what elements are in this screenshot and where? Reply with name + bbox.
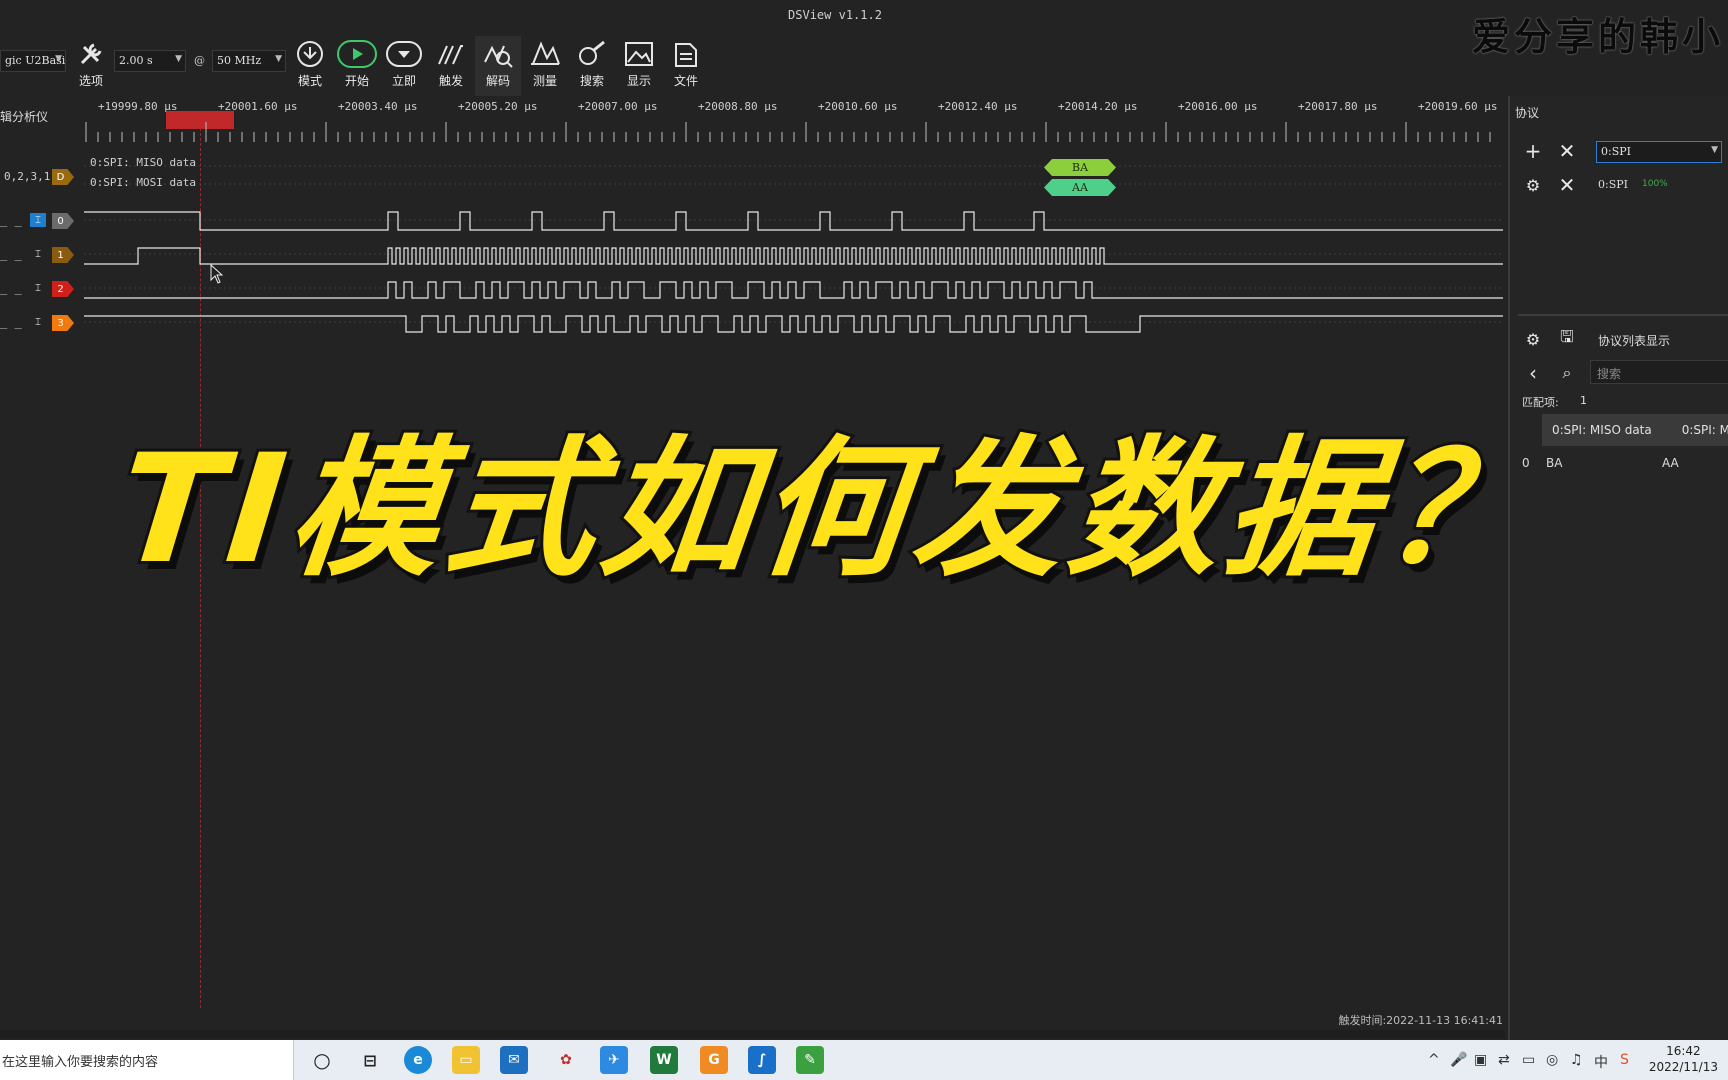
channel-1-trace bbox=[84, 247, 1503, 265]
channel-1-id: 1 bbox=[57, 249, 64, 261]
task-view-icon[interactable]: ⊟ bbox=[356, 1046, 384, 1074]
waveform-canvas[interactable] bbox=[0, 0, 1505, 340]
match-label: 匹配项: bbox=[1522, 396, 1559, 409]
panel-divider[interactable] bbox=[1518, 314, 1728, 316]
channel-2-trace bbox=[84, 281, 1503, 299]
remove-protocol-icon[interactable]: ✕ bbox=[1554, 138, 1580, 164]
app-icon[interactable]: ✿ bbox=[552, 1046, 580, 1074]
channel-0-trigger-icon[interactable]: ⌶ bbox=[30, 213, 46, 227]
channel-0-trigger[interactable]: _ _ bbox=[0, 213, 22, 227]
decode-row-miso: 0:SPI: MISO data bbox=[90, 156, 196, 169]
taskbar-search-box[interactable]: 在这里输入你要搜索的内容 bbox=[0, 1040, 294, 1080]
battery-icon[interactable]: ▭ bbox=[1522, 1052, 1535, 1068]
decode-row-mosi: 0:SPI: MOSI data bbox=[90, 176, 196, 189]
windows-taskbar: 在这里输入你要搜索的内容 ○ ⊟ e ▭ ✉ ✿ ✈ W G ∫ ✎ ^ 🎤 ▣… bbox=[0, 1040, 1728, 1080]
volume-icon[interactable]: ♫ bbox=[1570, 1052, 1583, 1068]
cortana-icon[interactable]: ○ bbox=[308, 1046, 336, 1074]
protocol-select-value: 0:SPI bbox=[1601, 145, 1631, 158]
wps-icon[interactable]: W bbox=[650, 1046, 678, 1074]
clock-time: 16:42 bbox=[1666, 1044, 1701, 1058]
list-col-2: 0:SPI: M bbox=[1681, 423, 1728, 437]
sogou-tray-icon[interactable]: S bbox=[1620, 1052, 1629, 1068]
taskbar-clock[interactable]: 16:42 2022/11/13 bbox=[1649, 1043, 1718, 1075]
feishu-icon[interactable]: ✈ bbox=[600, 1046, 628, 1074]
back-icon[interactable]: ‹ bbox=[1520, 360, 1546, 386]
microphone-icon[interactable]: 🎤 bbox=[1450, 1052, 1467, 1068]
video-caption: TI模式如何发数据？ bbox=[108, 420, 1550, 600]
channel-2-trigger[interactable]: _ _ bbox=[0, 281, 22, 295]
channel-1-trigger[interactable]: _ _ bbox=[0, 247, 22, 261]
match-count: 1 bbox=[1580, 394, 1587, 407]
protocol-panel: 协议 + ✕ 0:SPI ▼ ⚙ ✕ 0:SPI 100% ⚙ 🖫 协议列表显示… bbox=[1508, 96, 1728, 1040]
delete-decoder-icon[interactable]: ✕ bbox=[1554, 172, 1580, 198]
channel-3-trigger[interactable]: _ _ bbox=[0, 315, 22, 329]
channel-3-trace bbox=[84, 315, 1503, 333]
list-search-input[interactable]: 搜索 bbox=[1590, 360, 1728, 384]
mouse-pointer-icon bbox=[210, 264, 224, 284]
list-row-value-2[interactable]: AA bbox=[1662, 456, 1679, 470]
network-icon[interactable]: ⇄ bbox=[1498, 1052, 1510, 1068]
channel-0-id: 0 bbox=[57, 215, 64, 227]
edge-icon[interactable]: e bbox=[404, 1046, 432, 1074]
channel-2-id: 2 bbox=[57, 283, 64, 295]
list-title: 协议列表显示 bbox=[1598, 334, 1671, 348]
horizontal-scrollbar[interactable] bbox=[0, 1030, 1505, 1038]
list-header[interactable]: 0:SPI: MISO data 0:SPI: M bbox=[1542, 414, 1728, 446]
list-settings-icon[interactable]: ⚙ bbox=[1520, 326, 1546, 352]
input-method-icon[interactable]: 中 bbox=[1594, 1052, 1608, 1072]
decoder-channels: 0,2,3,1 bbox=[4, 170, 51, 183]
decode-value-mosi[interactable]: AA bbox=[1044, 179, 1116, 196]
sogou-icon[interactable]: G bbox=[700, 1046, 728, 1074]
watermark-text: 爱分享的韩小 bbox=[1472, 14, 1725, 59]
decoder-progress: 100% bbox=[1642, 179, 1668, 189]
list-col-1: 0:SPI: MISO data bbox=[1552, 423, 1652, 437]
mail-icon[interactable]: ✉ bbox=[500, 1046, 528, 1074]
channel-3-trigger-icon[interactable]: ⌶ bbox=[30, 315, 46, 329]
tray-chevron-icon[interactable]: ^ bbox=[1428, 1052, 1440, 1068]
list-row-value-1[interactable]: BA bbox=[1546, 456, 1562, 470]
file-explorer-icon[interactable]: ▭ bbox=[452, 1046, 480, 1074]
trigger-time: 触发时间:2022-11-13 16:41:41 bbox=[1338, 1014, 1503, 1027]
list-row-index: 0 bbox=[1522, 456, 1530, 470]
notepad-icon[interactable]: ✎ bbox=[796, 1046, 824, 1074]
decoder-badge-text: D bbox=[56, 171, 65, 183]
decode-value-miso[interactable]: BA bbox=[1044, 159, 1116, 176]
chevron-down-icon: ▼ bbox=[1711, 145, 1718, 155]
channel-1-trigger-icon[interactable]: ⌶ bbox=[30, 247, 46, 261]
panel-header: 协议 bbox=[1515, 106, 1540, 120]
decoder-name: 0:SPI bbox=[1598, 178, 1628, 191]
protocol-select[interactable]: 0:SPI ▼ bbox=[1596, 141, 1722, 163]
save-icon[interactable]: 🖫 bbox=[1554, 326, 1580, 352]
channel-0-trace bbox=[84, 211, 1503, 231]
settings-icon[interactable]: ⚙ bbox=[1520, 172, 1546, 198]
channel-3-id: 3 bbox=[57, 317, 64, 329]
globe-icon[interactable]: ◎ bbox=[1546, 1052, 1558, 1068]
clock-date: 2022/11/13 bbox=[1648, 1060, 1718, 1074]
search-icon[interactable]: ⌕ bbox=[1554, 360, 1580, 386]
add-protocol-icon[interactable]: + bbox=[1520, 138, 1546, 164]
tray-app-icon[interactable]: ▣ bbox=[1474, 1052, 1487, 1068]
channel-2-trigger-icon[interactable]: ⌶ bbox=[30, 281, 46, 295]
dsview-taskbar-icon[interactable]: ∫ bbox=[748, 1046, 776, 1074]
